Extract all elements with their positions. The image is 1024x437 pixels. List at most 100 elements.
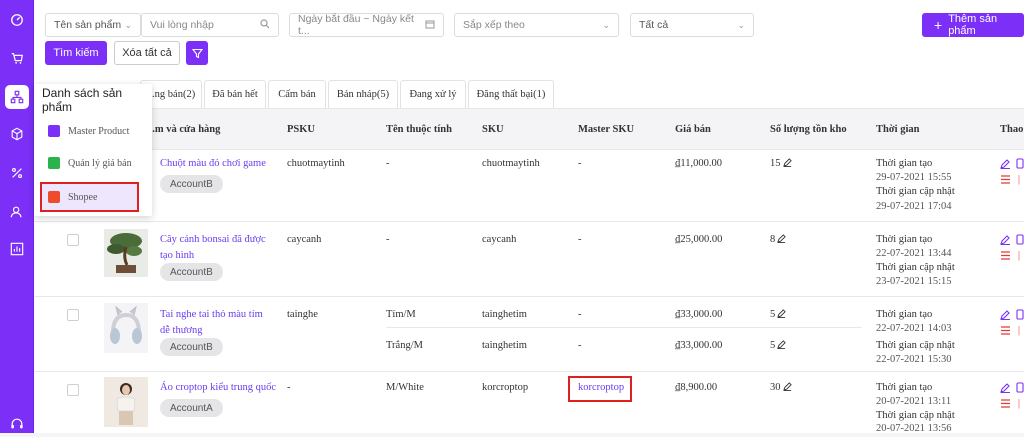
copy-icon[interactable] [1016,234,1024,248]
stock-cell[interactable]: 8 [770,232,786,248]
copy-icon[interactable] [1016,382,1024,396]
delete-icon[interactable]: | [1018,250,1020,261]
master-sku-value: - [578,234,582,245]
copy-icon[interactable] [1016,309,1024,323]
stock-value: 5 [770,340,776,351]
master-sku-link[interactable]: korcroptop [578,380,624,396]
master-sku-value: - [578,309,582,320]
attr-value: - [386,158,390,169]
stock-cell[interactable]: 15 [770,156,792,172]
attr-value: - [386,234,390,245]
headset-icon[interactable] [5,412,29,436]
sku-value: caycanh [482,234,517,245]
delete-icon[interactable] [1000,174,1011,188]
percent-icon[interactable] [5,161,29,185]
sort-select[interactable]: Sắp xếp theo ⌄ [454,13,619,37]
search-button[interactable]: Tìm kiếm [45,41,107,65]
product-name-link[interactable]: Cây cảnh bonsai đã được tạo hình [160,232,280,264]
edit-icon[interactable] [1000,158,1011,172]
clear-all-button[interactable]: Xóa tất cả [114,41,180,65]
delete-icon[interactable]: | [1018,174,1020,185]
tab-label: Đăng thất bại(1) [476,89,546,100]
product-tree-icon[interactable] [5,85,29,109]
add-product-button[interactable]: + Thêm sản phẩm [922,13,1024,37]
tab-label: Bản nháp(5) [336,89,390,100]
sku-value: chuotmaytinh [482,158,540,169]
row-checkbox[interactable] [67,234,79,246]
cart-icon[interactable] [5,46,29,70]
tab-draft[interactable]: Bản nháp(5) [328,80,398,108]
stock-value: 15 [770,158,781,169]
edit-icon[interactable] [1000,382,1011,396]
filter-button[interactable] [186,41,208,65]
master-sku-value: - [578,158,582,169]
price-value: ₫33,000.00 [675,309,723,320]
chevron-down-icon: ⌄ [602,19,610,30]
psku-value: tainghe [287,309,318,320]
report-chart-icon[interactable] [5,237,29,261]
sort-placeholder: Sắp xếp theo [463,19,525,31]
search-input[interactable]: Vui lòng nhập [141,13,279,37]
field-select-value: Tên sản phẩm [54,19,122,31]
sku-value: tainghetim [482,309,527,320]
product-name-link[interactable]: Tai nghe tai thỏ màu tím dễ thương [160,307,275,339]
price-value: ₫8,900.00 [675,382,718,393]
field-select[interactable]: Tên sản phẩm ⌄ [45,13,141,37]
tab-sold-out[interactable]: Đã bán hết [204,80,266,108]
status-select[interactable]: Tất cả ⌄ [630,13,754,37]
stock-cell[interactable]: 5 [770,338,786,354]
col-sku: SKU [482,124,504,135]
edit-pen-icon[interactable] [777,309,786,318]
croptop-thumbnail [104,377,148,427]
menu-item-master-product[interactable]: Master Product [34,116,152,146]
edit-icon[interactable] [1000,309,1011,323]
delete-icon[interactable]: | [1018,325,1020,336]
tab-processing[interactable]: Đang xử lý [400,80,466,108]
master-sku-value: - [578,340,582,351]
copy-icon[interactable] [1016,158,1024,172]
edit-icon[interactable] [1000,234,1011,248]
menu-item-price-manage[interactable]: Quản lý giá bán [34,148,152,178]
plus-icon: + [934,17,943,33]
row-checkbox[interactable] [67,309,79,321]
edit-pen-icon[interactable] [777,340,786,349]
col-master-sku: Master SKU [578,124,635,135]
col-price: Giá bán [675,124,711,135]
sku-value: tainghetim [482,340,527,351]
col-stock: Số lượng tồn kho [770,124,847,135]
tab-banned[interactable]: Cấm bán [268,80,326,108]
stock-cell[interactable]: 5 [770,307,786,323]
product-name-link[interactable]: Áo croptop kiểu trung quốc [160,380,285,396]
psku-value: caycanh [287,234,322,245]
attr-value: Trắng/M [386,340,423,351]
headphone-thumbnail [104,303,148,353]
price-value: ₫33,000.00 [675,340,723,351]
delete-icon[interactable] [1000,325,1011,339]
updated-label: Thời gian cập nhật [876,186,955,197]
date-range-input[interactable]: Ngày bắt đầu ~ Ngày kết t... [289,13,444,37]
stock-value: 30 [770,382,781,393]
edit-pen-icon[interactable] [782,382,792,391]
col-ops: Thao [1000,124,1024,135]
edit-pen-icon[interactable] [777,234,786,243]
menu-item-label: Quản lý giá bán [68,157,132,169]
delete-icon[interactable]: | [1018,398,1020,409]
row-divider [34,221,1024,222]
edit-pen-icon[interactable] [782,158,792,167]
col-name: ...m và cửa hàng [147,124,221,135]
box-icon[interactable] [5,122,29,146]
store-tag: AccountA [160,399,223,417]
product-name-link[interactable]: Chuột màu đỏ chơi game [160,156,272,172]
store-tag: AccountB [160,175,223,193]
tab-label: Đã bán hết [212,89,258,100]
updated-time: 29-07-2021 17:04 [876,201,952,212]
users-icon[interactable] [5,200,29,224]
menu-item-label: Master Product [68,125,130,137]
tab-failed[interactable]: Đăng thất bại(1) [468,80,554,108]
add-product-label: Thêm sản phẩm [948,13,998,37]
dashboard-icon[interactable] [5,8,29,32]
delete-icon[interactable] [1000,250,1011,264]
delete-icon[interactable] [1000,398,1011,412]
stock-cell[interactable]: 30 [770,380,792,396]
row-checkbox[interactable] [67,384,79,396]
